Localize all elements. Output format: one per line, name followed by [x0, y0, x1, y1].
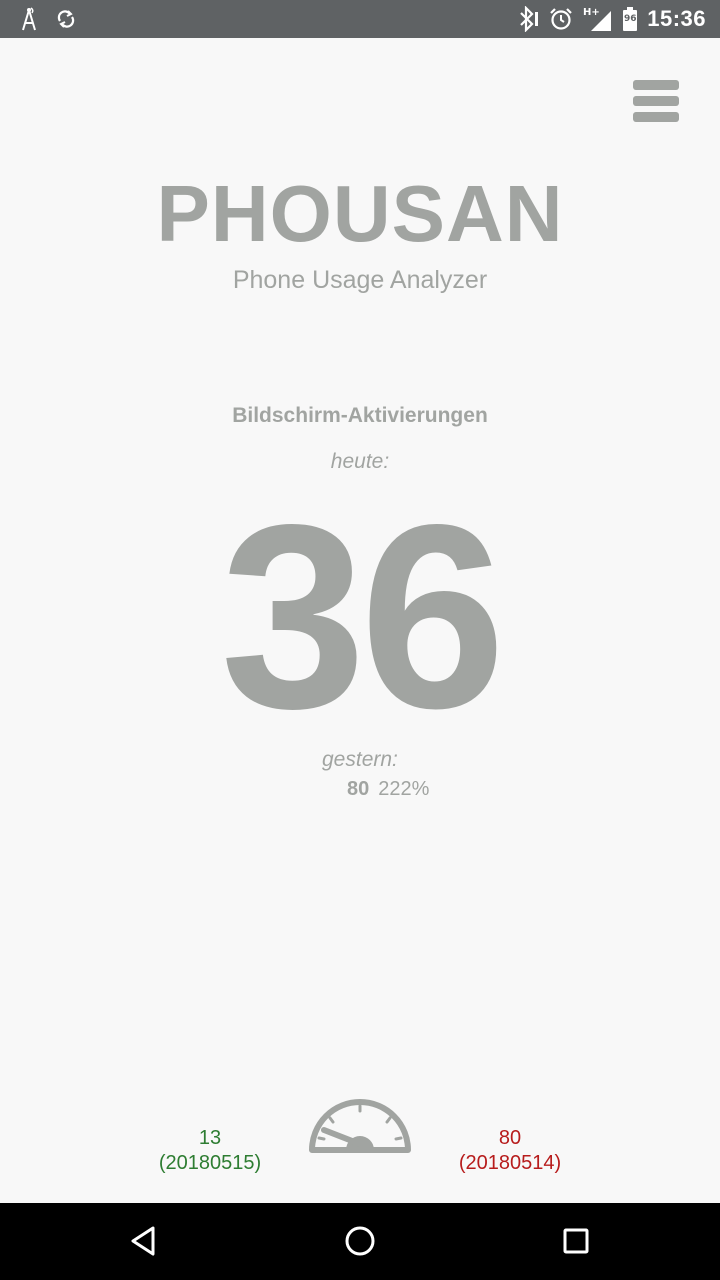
best-day-value: 13	[198, 1127, 222, 1149]
metric-title: Bildschirm-Aktivierungen	[232, 404, 488, 427]
yesterday-percent: 222%	[378, 778, 430, 800]
signal-icon: H+	[583, 7, 612, 31]
status-left-icons	[20, 6, 76, 32]
yesterday-row: 80 222%	[347, 778, 429, 801]
worst-day-value: 80	[498, 1127, 522, 1149]
app-subtitle: Phone Usage Analyzer	[232, 266, 488, 294]
status-clock: 15:36	[647, 6, 706, 31]
menu-bar-top	[633, 80, 679, 90]
home-icon[interactable]	[340, 1221, 380, 1261]
battery-level-label: 96	[623, 14, 637, 24]
recents-icon[interactable]	[556, 1221, 596, 1261]
navigation-bar	[0, 1203, 720, 1280]
yesterday-value: 80	[347, 778, 370, 800]
worst-day-date: (20180514)	[458, 1152, 562, 1174]
menu-bar-bottom	[633, 112, 679, 122]
back-icon[interactable]	[124, 1221, 164, 1261]
hamburger-menu-icon[interactable]	[628, 74, 684, 128]
sync-icon	[57, 10, 75, 28]
yesterday-label: gestern:	[322, 748, 398, 771]
battery-icon: 96	[623, 7, 638, 31]
speedometer-icon[interactable]	[306, 1094, 414, 1158]
alarm-icon	[550, 8, 572, 30]
best-day-stat: 13 (20180515)	[130, 1126, 290, 1176]
antenna-icon	[22, 7, 36, 31]
app-title: PHOUSAN	[156, 169, 564, 258]
bluetooth-icon	[520, 6, 539, 32]
worst-day-stat: 80 (20180514)	[430, 1126, 590, 1176]
status-bar: H+ 96 15:36	[0, 0, 720, 38]
menu-bar-middle	[633, 96, 679, 106]
today-count: 36	[220, 470, 505, 763]
svg-text:H+: H+	[583, 7, 600, 18]
best-day-date: (20180515)	[158, 1152, 262, 1174]
status-right-icons: H+ 96 15:36	[515, 0, 706, 38]
